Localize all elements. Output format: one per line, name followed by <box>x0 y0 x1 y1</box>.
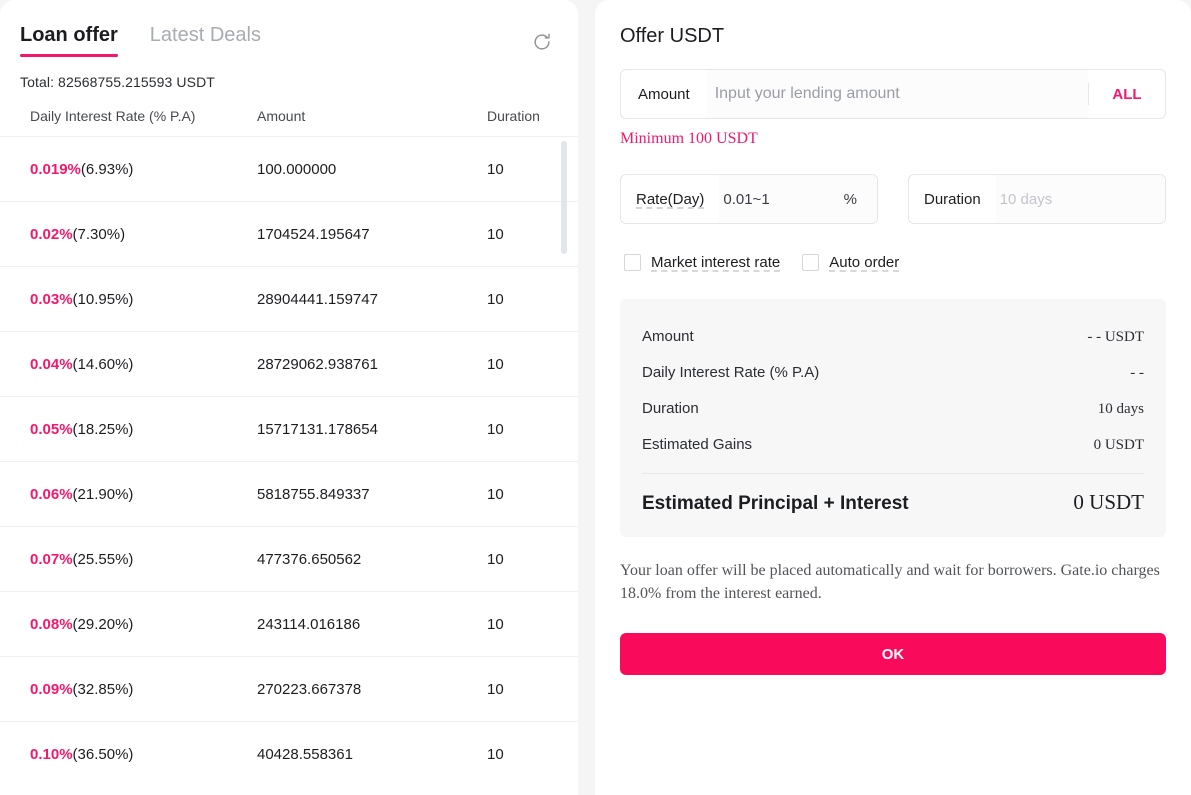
summary-row-value: - - <box>1130 365 1144 381</box>
row-apr: (25.55%) <box>72 550 134 568</box>
options-row: Market interest rate Auto order <box>620 254 1166 271</box>
summary-row: Amount - - USDT <box>642 319 1144 355</box>
row-apr: (10.95%) <box>72 290 134 308</box>
amount-all-button[interactable]: ALL <box>1089 70 1165 118</box>
offer-table-scroll-area[interactable]: 0.019%(6.93%) 100.000000 10 0.02%(7.30%) 170… <box>0 136 578 787</box>
amount-field: Amount ALL <box>620 69 1166 119</box>
table-row[interactable]: 0.05%(18.25%) 15717131.178654 10 <box>0 396 578 461</box>
table-row[interactable]: 0.03%(10.95%) 28904441.159747 10 <box>0 266 578 331</box>
total-amount-label: Total: 82568755.215593 USDT <box>20 74 215 90</box>
summary-row-value: - - USDT <box>1087 329 1144 345</box>
refresh-icon[interactable] <box>531 31 553 53</box>
summary-total-value: 0 USDT <box>1073 490 1144 514</box>
table-row[interactable]: 0.04%(14.60%) 28729062.938761 10 <box>0 331 578 396</box>
column-header-rate: Daily Interest Rate (% P.A) <box>30 108 196 124</box>
summary-row: Duration 10 days <box>642 391 1144 427</box>
rate-duration-row: Rate(Day) % Duration <box>620 174 1166 224</box>
row-amount: 5818755.849337 <box>257 485 370 503</box>
row-rate: 0.10% <box>30 745 73 763</box>
row-rate: 0.09% <box>30 680 73 698</box>
page-title: Offer USDT <box>620 25 725 47</box>
rate-field: Rate(Day) % <box>620 174 878 224</box>
duration-field-label: Duration <box>924 190 981 208</box>
minimum-amount-note: Minimum 100 USDT <box>620 130 758 147</box>
row-apr: (29.20%) <box>72 615 134 633</box>
row-rate: 0.07% <box>30 550 73 568</box>
row-amount: 1704524.195647 <box>257 225 370 243</box>
row-apr: (7.30%) <box>72 225 126 243</box>
row-amount: 100.000000 <box>257 160 337 178</box>
summary-total-row: Estimated Principal + Interest 0 USDT <box>642 480 1144 515</box>
row-amount: 477376.650562 <box>257 550 362 568</box>
checkbox-icon[interactable] <box>802 254 820 271</box>
row-apr: (6.93%) <box>80 160 134 178</box>
tab-latest-deals[interactable]: Latest Deals <box>150 22 261 57</box>
summary-row-label: Estimated Gains <box>642 436 753 453</box>
submit-button[interactable]: OK <box>620 633 1166 675</box>
table-row[interactable]: 0.019%(6.93%) 100.000000 10 <box>0 136 578 201</box>
disclaimer-text: Your loan offer will be placed automatic… <box>620 562 1160 602</box>
summary-row-label: Daily Interest Rate (% P.A) <box>642 364 820 381</box>
row-amount: 15717131.178654 <box>257 420 378 438</box>
table-row[interactable]: 0.06%(21.90%) 5818755.849337 10 <box>0 461 578 526</box>
checkbox-market-interest-rate-label: Market interest rate <box>651 254 781 271</box>
column-header-duration: Duration <box>487 108 540 124</box>
checkbox-auto-order[interactable]: Auto order <box>802 254 899 271</box>
summary-row-label: Duration <box>642 400 699 417</box>
column-header-amount: Amount <box>257 108 306 124</box>
loan-offer-page: Loan offer Latest Deals Total: 82568755.… <box>0 0 1191 795</box>
row-rate: 0.04% <box>30 355 73 373</box>
row-rate: 0.06% <box>30 485 73 503</box>
amount-field-label: Amount <box>638 85 690 103</box>
checkbox-icon[interactable] <box>624 254 641 271</box>
tab-bar: Loan offer Latest Deals <box>0 0 578 57</box>
summary-row-label: Amount <box>642 328 694 345</box>
row-rate: 0.019% <box>30 160 81 178</box>
rate-input[interactable] <box>719 175 840 223</box>
row-amount: 28904441.159747 <box>257 290 378 308</box>
row-amount: 40428.558361 <box>257 745 353 763</box>
tab-loan-offer[interactable]: Loan offer <box>20 22 118 57</box>
duration-field: Duration <box>908 174 1166 224</box>
row-apr: (21.90%) <box>72 485 134 503</box>
row-apr: (18.25%) <box>72 420 134 438</box>
rate-field-label: Rate(Day) <box>636 190 705 208</box>
row-rate: 0.03% <box>30 290 73 308</box>
table-row[interactable]: 0.09%(32.85%) 270223.667378 10 <box>0 656 578 721</box>
summary-rows: Amount - - USDT Daily Interest Rate (% P.A… <box>642 319 1144 463</box>
order-summary-card: Amount - - USDT Daily Interest Rate (% P.A… <box>620 299 1166 537</box>
row-rate: 0.05% <box>30 420 73 438</box>
row-amount: 270223.667378 <box>257 680 362 698</box>
row-amount: 28729062.938761 <box>257 355 378 373</box>
checkbox-auto-order-label: Auto order <box>829 254 900 271</box>
row-apr: (32.85%) <box>72 680 134 698</box>
row-rate: 0.02% <box>30 225 73 243</box>
amount-input[interactable] <box>706 70 1088 118</box>
row-rate: 0.08% <box>30 615 73 633</box>
offer-table-body: 0.019%(6.93%) 100.000000 10 0.02%(7.30%) 170… <box>0 136 578 786</box>
summary-divider <box>642 473 1144 474</box>
summary-row: Daily Interest Rate (% P.A) - - <box>642 355 1144 391</box>
list-scrollbar-thumb[interactable] <box>561 141 567 254</box>
summary-row: Estimated Gains 0 USDT <box>642 427 1144 463</box>
row-apr: (14.60%) <box>72 355 134 373</box>
summary-row-value: 10 days <box>1097 401 1144 417</box>
loan-offer-list-panel: Loan offer Latest Deals Total: 82568755.… <box>0 0 578 795</box>
table-header: Daily Interest Rate (% P.A) Amount Durat… <box>0 91 578 136</box>
table-row[interactable]: 0.02%(7.30%) 1704524.195647 10 <box>0 201 578 266</box>
list-scrollbar[interactable] <box>561 136 567 787</box>
row-amount: 243114.016186 <box>257 615 361 633</box>
checkbox-market-interest-rate[interactable]: Market interest rate <box>624 254 780 271</box>
row-apr: (36.50%) <box>72 745 134 763</box>
table-row[interactable]: 0.08%(29.20%) 243114.016186 10 <box>0 591 578 656</box>
summary-total-label: Estimated Principal + Interest <box>642 493 909 514</box>
rate-percent-suffix: % <box>839 175 877 223</box>
offer-form-panel: Offer USDT Amount ALL Minimum 100 USDT R… <box>595 0 1191 795</box>
summary-row-value: 0 USDT <box>1093 437 1144 453</box>
table-row[interactable]: 0.10%(36.50%) 40428.558361 10 <box>0 721 578 786</box>
table-row[interactable]: 0.07%(25.55%) 477376.650562 10 <box>0 526 578 591</box>
duration-input[interactable] <box>995 175 1165 223</box>
